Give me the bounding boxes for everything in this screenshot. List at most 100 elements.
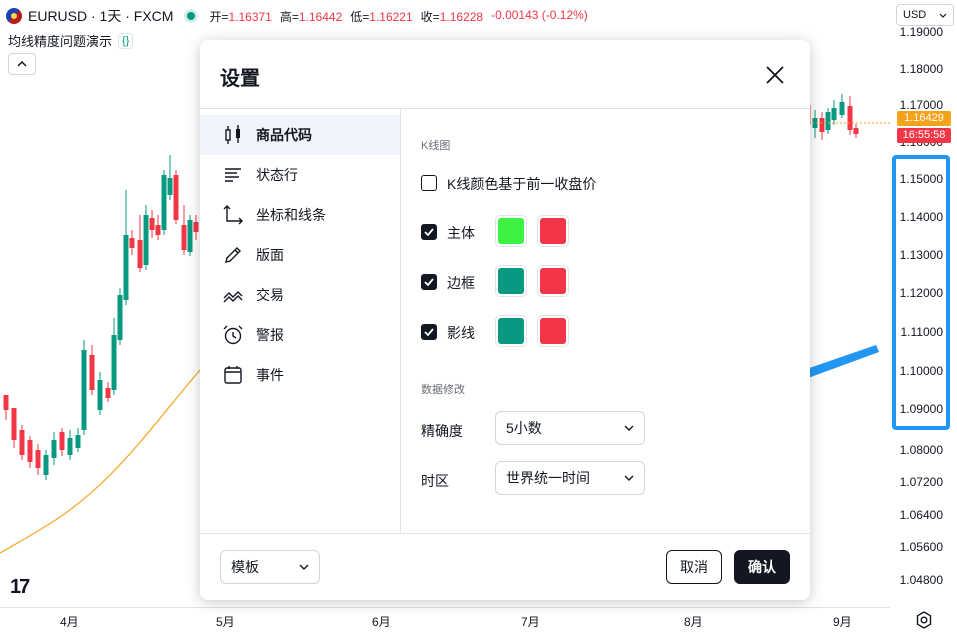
price-tick-label: 1.04800 bbox=[899, 573, 943, 587]
prev-close-label: K线颜色基于前一收盘价 bbox=[447, 176, 597, 192]
chevron-down-icon bbox=[624, 475, 634, 481]
candles-section-label: K线图 bbox=[421, 140, 451, 152]
cancel-button[interactable]: 取消 bbox=[666, 550, 722, 584]
high-value: 1.16442 bbox=[298, 9, 343, 24]
open-value: 1.16371 bbox=[228, 9, 272, 24]
row-label: 主体 bbox=[447, 225, 475, 241]
template-select[interactable]: 模板 bbox=[220, 550, 320, 584]
gear-icon[interactable] bbox=[914, 610, 934, 630]
eur-usd-flag-icon bbox=[6, 8, 22, 24]
candle-body bbox=[137, 240, 143, 268]
indicator-name[interactable]: 均线精度问题演示 bbox=[8, 31, 112, 50]
nav-label: 交易 bbox=[256, 287, 284, 303]
tradingview-logo[interactable]: 17 bbox=[10, 576, 30, 599]
collapse-legend-button[interactable] bbox=[8, 53, 36, 75]
currency-select[interactable]: USD bbox=[896, 4, 954, 26]
data-section-label: 数据修改 bbox=[421, 384, 465, 396]
close-value: 1.16228 bbox=[439, 9, 484, 24]
divider bbox=[200, 533, 810, 534]
candle-body bbox=[149, 218, 155, 230]
candle-body bbox=[193, 222, 199, 232]
precision-select[interactable]: 5小数 bbox=[495, 411, 645, 445]
nav-item-status-line[interactable]: 状态行 bbox=[200, 155, 400, 195]
time-tick-label: 6月 bbox=[372, 615, 391, 629]
time-tick-label: 8月 bbox=[684, 615, 703, 629]
checkmark-icon bbox=[424, 278, 434, 286]
chevron-up-icon bbox=[17, 61, 27, 67]
nav-item-events[interactable]: 事件 bbox=[200, 355, 400, 395]
nav-label: 状态行 bbox=[256, 167, 298, 183]
nav-item-trading[interactable]: 交易 bbox=[200, 275, 400, 315]
price-tick-label: 1.17000 bbox=[899, 98, 943, 112]
nav-item-symbol[interactable]: 商品代码 bbox=[200, 115, 400, 155]
price-tick-label: 1.06400 bbox=[899, 508, 943, 522]
time-tick-label: 9月 bbox=[833, 615, 852, 629]
candle-body bbox=[129, 238, 135, 248]
countdown-tag: 16:55:58 bbox=[897, 128, 951, 143]
time-tick-label: 5月 bbox=[216, 615, 235, 629]
candle-body bbox=[831, 108, 837, 120]
time-axis[interactable] bbox=[0, 607, 890, 638]
down-color-swatch[interactable] bbox=[537, 265, 569, 297]
row-checkbox[interactable] bbox=[421, 224, 437, 240]
nav-item-scales[interactable]: 坐标和线条 bbox=[200, 195, 400, 235]
close-label: 收= bbox=[420, 9, 440, 24]
color-fill bbox=[540, 218, 566, 244]
precision-value: 5小数 bbox=[506, 420, 542, 436]
price-tick-label: 1.05600 bbox=[899, 540, 943, 554]
checkmark-icon bbox=[424, 228, 434, 236]
source-code-icon[interactable]: {} bbox=[118, 32, 134, 49]
open-label: 开= bbox=[209, 9, 229, 24]
nav-item-alerts[interactable]: 警报 bbox=[200, 315, 400, 355]
up-color-swatch[interactable] bbox=[495, 215, 527, 247]
prev-close-checkbox[interactable] bbox=[421, 175, 437, 191]
ok-button[interactable]: 确认 bbox=[734, 550, 790, 584]
timezone-label: 时区 bbox=[421, 473, 449, 489]
candle-body bbox=[847, 106, 853, 130]
low-value: 1.16221 bbox=[369, 9, 413, 24]
candle-body bbox=[81, 350, 87, 430]
row-checkbox[interactable] bbox=[421, 324, 437, 340]
candle-body bbox=[143, 215, 149, 265]
time-tick-label: 7月 bbox=[521, 615, 540, 629]
up-color-swatch[interactable] bbox=[495, 265, 527, 297]
candle-body bbox=[11, 408, 17, 440]
candle-body bbox=[105, 388, 111, 398]
up-color-swatch[interactable] bbox=[495, 315, 527, 347]
divider bbox=[200, 108, 810, 109]
color-fill bbox=[540, 318, 566, 344]
template-label: 模板 bbox=[231, 559, 259, 575]
close-icon[interactable] bbox=[764, 64, 786, 86]
settings-dialog: 设置 商品代码 状态行 坐标和线条 版面 交易 警报 事件 K线图 K线颜色基于… bbox=[200, 40, 810, 600]
indicator-legend[interactable]: 均线精度问题演示 {} bbox=[8, 31, 134, 50]
chevron-down-icon bbox=[624, 425, 634, 431]
price-tick-label: 1.19000 bbox=[899, 25, 943, 39]
candle-body bbox=[97, 380, 103, 410]
timezone-value: 世界统一时间 bbox=[506, 470, 590, 486]
candle-body bbox=[67, 438, 73, 455]
candle-body bbox=[59, 432, 65, 450]
market-open-icon bbox=[187, 12, 196, 20]
candle-body bbox=[853, 128, 859, 134]
precision-label: 精确度 bbox=[421, 423, 463, 439]
divider bbox=[400, 108, 401, 533]
row-label: 边框 bbox=[447, 275, 475, 291]
candle-body bbox=[19, 430, 25, 455]
symbol-title[interactable]: EURUSD · 1天 · FXCM bbox=[28, 6, 173, 26]
nav-item-appearance[interactable]: 版面 bbox=[200, 235, 400, 275]
change-value: -0.00143 (-0.12%) bbox=[491, 7, 588, 22]
candle-body bbox=[187, 220, 193, 252]
candle-body bbox=[825, 112, 831, 130]
nav-label: 坐标和线条 bbox=[256, 207, 326, 223]
price-tick-label: 1.08000 bbox=[899, 443, 943, 457]
alarm-clock-icon bbox=[223, 325, 243, 345]
row-checkbox[interactable] bbox=[421, 274, 437, 290]
down-color-swatch[interactable] bbox=[537, 315, 569, 347]
timezone-select[interactable]: 世界统一时间 bbox=[495, 461, 645, 495]
down-color-swatch[interactable] bbox=[537, 215, 569, 247]
candle-body bbox=[51, 440, 57, 458]
trading-icon bbox=[223, 291, 243, 303]
checkmark-icon bbox=[424, 328, 434, 336]
nav-label: 事件 bbox=[256, 367, 284, 383]
ohlc-values: 开=1.16371 高=1.16442 低=1.16221 收=1.16228 … bbox=[209, 8, 587, 25]
